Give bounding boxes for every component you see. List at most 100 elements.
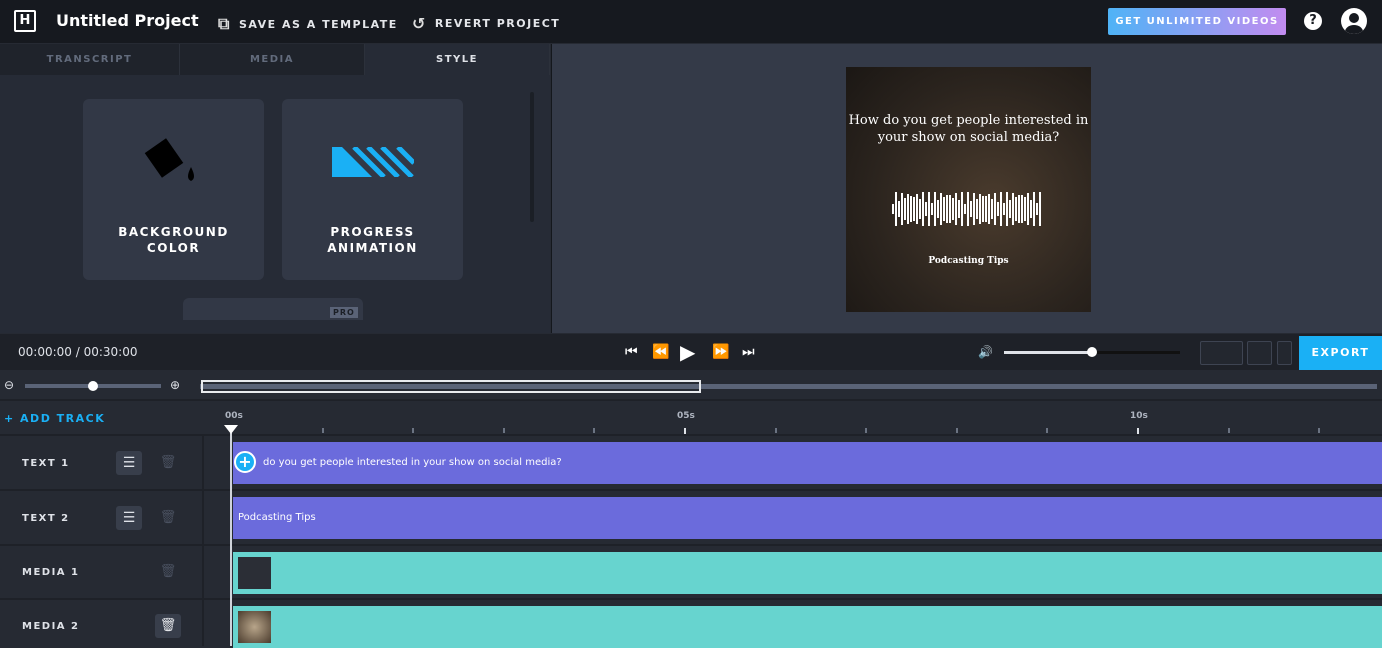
waveform-bar [940,193,942,225]
waveform-bar [907,194,909,224]
volume-knob[interactable] [1087,347,1097,357]
panel-scrollbar[interactable] [530,92,534,222]
media-clip[interactable] [233,606,1382,648]
aspect-landscape-icon[interactable] [1200,341,1243,365]
logo-icon[interactable]: H [14,10,36,32]
card-label: COLOR [146,241,201,255]
text-clip[interactable]: do you get people interested in your sho… [233,442,1382,484]
aspect-square-icon[interactable] [1247,341,1272,365]
save-as-template-button[interactable]: ⧉ SAVE AS A TEMPLATE [218,14,398,34]
preview-headline: How do you get people interested in your… [848,113,1089,145]
ruler-tick [865,428,868,433]
waveform-bar [949,194,951,224]
track-label: MEDIA 1 [22,567,80,578]
ruler-tick [1318,428,1321,433]
ruler-tick [321,428,324,433]
waveform-bar [895,192,897,226]
zoom-in-icon[interactable]: ⊕ [170,378,180,392]
get-unlimited-button[interactable]: GET UNLIMITED VIDEOS [1108,8,1286,35]
zoom-knob[interactable] [88,381,98,391]
add-clip-icon[interactable]: + [234,451,256,473]
card-label: PROGRESS [330,225,415,239]
timeline-ruler[interactable] [202,403,1382,435]
waveform-bar [988,193,990,225]
timeline-view-window[interactable] [201,380,701,393]
rewind-icon[interactable]: ⏪ [652,344,669,360]
ruler-tick [593,428,596,433]
volume-icon[interactable]: 🔊 [978,345,993,359]
playhead-line[interactable] [230,433,232,646]
track-row-text-2: TEXT 2 ☰ 🗑 Podcasting Tips [0,489,1382,544]
volume-fill [1004,351,1092,354]
ruler-tick [955,428,958,433]
playhead-handle[interactable] [224,425,238,434]
add-track-button[interactable]: + ADD TRACK [4,412,105,425]
skip-end-icon[interactable]: ⏭ [742,344,755,360]
play-icon[interactable]: ▶ [680,340,695,364]
track-settings-icon[interactable]: ☰ [116,506,142,530]
skip-start-icon[interactable]: ⏮ [625,344,638,360]
waveform-bar [925,202,927,216]
waveform-bar [910,195,912,223]
waveform-bar [1009,200,1011,218]
waveform-bar [931,202,933,216]
style-panel: BACKGROUND COLOR PROGRESS ANIMATION [0,75,550,333]
track-label: TEXT 1 [22,458,70,469]
waveform-bar [913,196,915,222]
waveform-bar [955,193,957,225]
waveform-bar [1033,192,1035,226]
card-label: BACKGROUND [118,225,229,239]
ruler-tick [684,428,686,434]
tab-media[interactable]: MEDIA [180,44,365,75]
progress-stripes-icon [332,147,414,177]
tab-transcript[interactable]: TRANSCRIPT [0,44,180,75]
aspect-portrait-icon[interactable] [1277,341,1292,365]
project-title[interactable]: Untitled Project [56,11,199,30]
fast-forward-icon[interactable]: ⏩ [712,344,729,360]
ruler-tick [412,428,415,433]
waveform-bar [964,203,966,215]
waveform-bar [976,198,978,220]
pro-badge: PRO [330,307,358,318]
waveform-bar [958,200,960,218]
progress-animation-card[interactable]: PROGRESS ANIMATION [282,99,463,280]
waveform-bar [961,192,963,226]
time-display: 00:00:00 / 00:30:00 [18,345,138,359]
track-label: MEDIA 2 [22,621,80,632]
help-icon[interactable]: ? [1304,12,1322,30]
ruler-tick [774,428,777,433]
panel-tabs: TRANSCRIPT MEDIA STYLE [0,44,550,75]
video-preview[interactable]: How do you get people interested in your… [846,67,1091,312]
waveform-bar [985,196,987,222]
zoom-out-icon[interactable]: ⊖ [4,378,14,392]
background-color-card[interactable]: BACKGROUND COLOR [83,99,264,280]
waveform-bar [1021,195,1023,223]
tab-style[interactable]: STYLE [365,44,550,75]
waveform-bar [892,204,894,214]
track-settings-icon[interactable]: ☰ [116,451,142,475]
export-button[interactable]: EXPORT [1299,336,1382,370]
user-avatar-icon[interactable] [1341,8,1367,34]
media-thumbnail [238,611,271,643]
trash-icon[interactable]: 🗑 [155,614,181,638]
revert-project-button[interactable]: ↺ REVERT PROJECT [412,14,560,33]
trash-icon[interactable]: 🗑 [155,506,181,530]
trash-icon[interactable]: 🗑 [155,451,181,475]
track-label: TEXT 2 [22,513,70,524]
waveform-bar [991,198,993,220]
text-clip[interactable]: Podcasting Tips [233,497,1382,539]
waveform-bar [928,192,930,226]
track-row-text-1: TEXT 1 ☰ 🗑 do you get people interested … [0,434,1382,489]
media-clip[interactable] [233,552,1382,594]
track-row-media-2: MEDIA 2 🗑 [0,598,1382,648]
waveform-bar [943,196,945,222]
waveform-bar [1030,200,1032,218]
save-template-label: SAVE AS A TEMPLATE [238,17,398,31]
ruler-tick [1137,428,1139,434]
waveform-bar [1024,197,1026,221]
waveform-bar [982,195,984,223]
waveform-bar [979,194,981,224]
track-row-media-1: MEDIA 1 🗑 [0,544,1382,599]
trash-icon[interactable]: 🗑 [155,560,181,584]
track-divider [202,435,204,646]
